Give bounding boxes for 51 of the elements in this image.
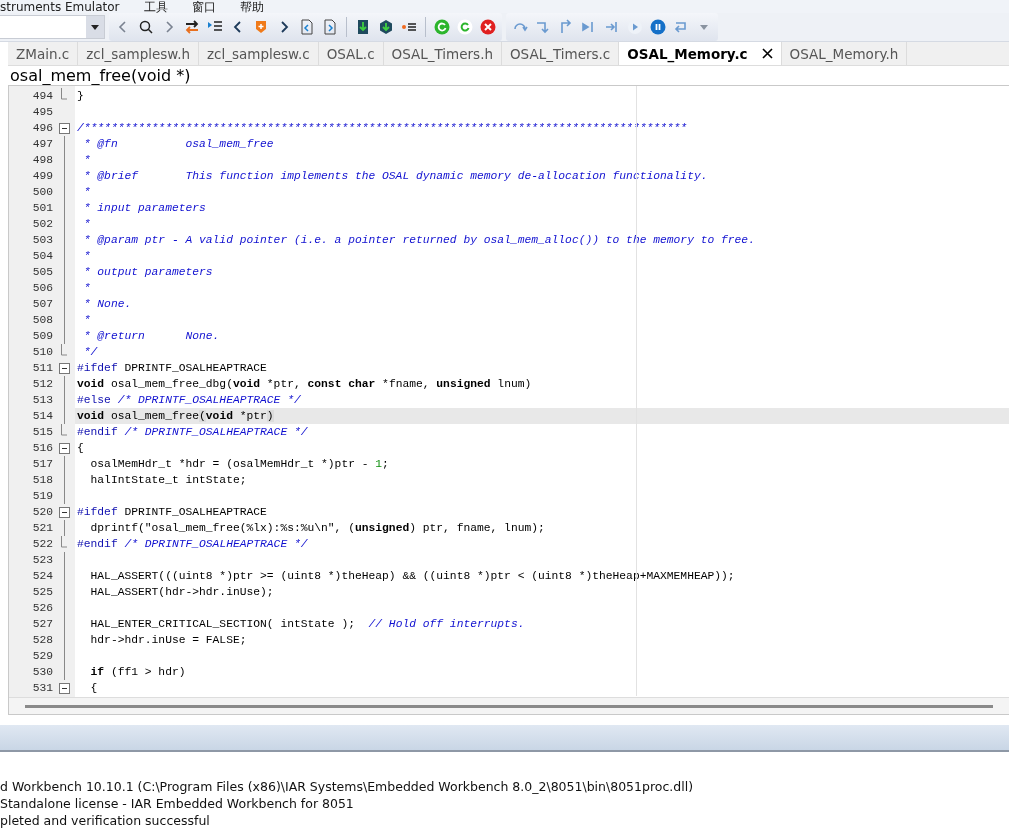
code-line: * None.: [82, 297, 133, 313]
output-message: d Workbench 10.10.1 (C:\Program Files (x86)\IAR Systems\Embedded Workbench 8.0_2\8051\bin\8051proc.dll): [0, 778, 695, 795]
code-line: HAL_ASSERT(hdr->hdr.inUse);: [89, 585, 275, 601]
code-line: HAL_ASSERT(((uint8 *)ptr >= (uint8 *)theHeap) && ((uint8 *)ptr < (uint8 *)theHeap+MAXMEMHEAP));: [89, 569, 736, 585]
code-line: * @brief This function implements the OSAL dynamic memory de-allocation functionality.: [82, 169, 709, 185]
collapse-icon[interactable]: [58, 362, 70, 374]
code-line: * input parameters: [82, 201, 207, 217]
close-icon[interactable]: [761, 48, 773, 60]
horizontal-scrollbar[interactable]: [9, 697, 1009, 715]
menu-item[interactable]: struments Emulator: [0, 0, 120, 14]
menu-item[interactable]: 窗口: [191, 0, 216, 14]
code-line: if (ff1 > hdr): [89, 665, 187, 681]
code-line: * output parameters: [82, 265, 214, 281]
dropdown-button[interactable]: [86, 16, 104, 39]
code-line: {: [89, 681, 99, 697]
code-line: *: [82, 249, 92, 265]
collapse-icon[interactable]: [58, 442, 70, 454]
code-line: hdr->hdr.inUse = FALSE;: [89, 633, 248, 649]
code-line: }: [76, 89, 85, 105]
code-line: osalMemHdr_t *hdr = (osalMemHdr_t *)ptr - 1;: [89, 457, 390, 473]
output-message: Standalone license - IAR Embedded Workbench for 8051: [0, 795, 355, 812]
collapse-icon[interactable]: [58, 506, 70, 518]
collapse-icon[interactable]: [58, 122, 70, 134]
file-tab[interactable]: OSAL_Memory.c: [619, 42, 782, 66]
code-line: {: [76, 441, 85, 457]
caret-icon: [91, 24, 99, 30]
code-line: #ifdef DPRINTF_OSALHEAPTRACE: [76, 361, 268, 377]
code-line: void osal_mem_free_dbg(void *ptr, const char *fname, unsigned lnum): [76, 377, 533, 393]
code-line: */: [82, 345, 99, 361]
code-line: HAL_ENTER_CRITICAL_SECTION( intState ); // Hold off interrupts.: [89, 617, 526, 633]
code-line: dprintf("osal_mem_free(%lx):%s:%u\n", (unsigned) ptr, fname, lnum);: [89, 521, 546, 537]
code-line: #ifdef DPRINTF_OSALHEAPTRACE: [76, 505, 268, 521]
code-line: #endif /* DPRINTF_OSALHEAPTRACE */: [76, 537, 309, 553]
dropdown-field[interactable]: [0, 15, 105, 40]
menu-item[interactable]: 工具: [143, 0, 168, 14]
collapse-icon[interactable]: [58, 682, 70, 694]
code-line: * @param ptr - A valid pointer (i.e. a pointer returned by osal_mem_alloc()) to the memory to free.: [82, 233, 756, 249]
code-line: *: [82, 313, 92, 329]
code-line: *: [82, 153, 92, 169]
output-message: pleted and verification successful: [0, 812, 211, 829]
fold-line: [63, 520, 65, 537]
code-line: *: [82, 185, 92, 201]
code-line: * @return None.: [82, 329, 221, 345]
code-line: *: [82, 281, 92, 297]
code-line: #endif /* DPRINTF_OSALHEAPTRACE */: [76, 425, 309, 441]
code-line: *: [82, 217, 92, 233]
code-line: #else /* DPRINTF_OSALHEAPTRACE */: [76, 393, 302, 409]
menu-item[interactable]: 帮助: [239, 0, 264, 14]
code-line: halIntState_t intState;: [89, 473, 248, 489]
code-line: /*****************************************************************************************: [76, 121, 689, 137]
code-line: * @fn osal_mem_free: [82, 137, 275, 153]
